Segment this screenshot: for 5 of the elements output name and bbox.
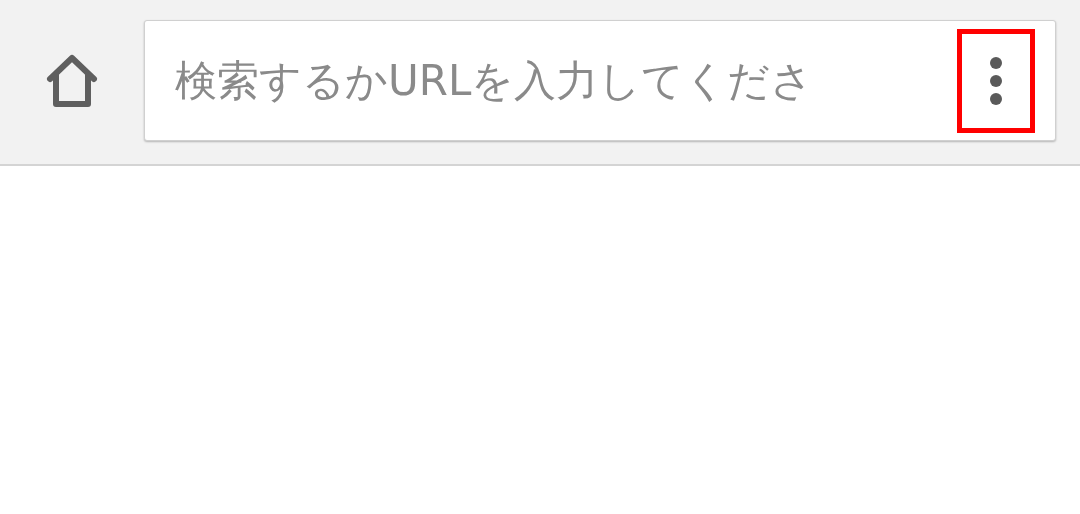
search-bar[interactable]: 検索するかURLを入力してくださ (144, 20, 1056, 141)
menu-icon (989, 56, 1003, 105)
menu-button[interactable] (957, 28, 1035, 133)
home-icon[interactable] (45, 52, 99, 109)
search-field[interactable]: 検索するかURLを入力してくださ (175, 56, 957, 105)
